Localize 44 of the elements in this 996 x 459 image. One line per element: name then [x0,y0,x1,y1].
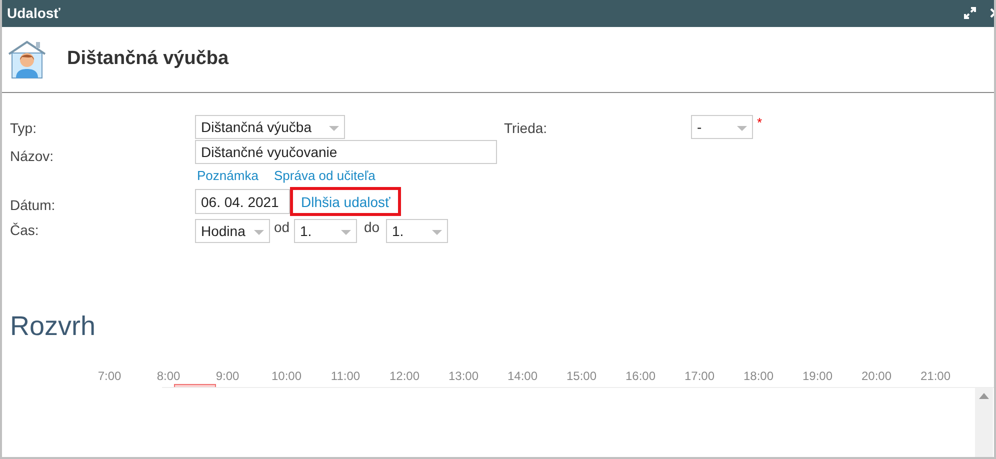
hour-label: 12:00 [389,368,420,384]
field-label: do [364,218,380,237]
dropdown[interactable]: 1. [294,219,357,243]
hour-label: 13:00 [448,368,479,384]
link[interactable]: Správa od učiteľa [274,166,376,186]
link[interactable]: Poznámka [197,166,258,186]
date-field[interactable]: 06. 04. 2021 [195,189,290,214]
hour-label: 9:00 [216,368,240,384]
field-label: od [274,218,290,237]
maximize-icon[interactable] [964,7,976,19]
dropdown[interactable]: - [691,115,753,139]
input-field[interactable]: Dištančné vyučovanie [195,140,497,164]
caret-icon [254,230,264,235]
hour-label: 7:00 [98,368,122,384]
hour-label: 19:00 [802,368,833,384]
caret-icon [737,126,747,131]
caret-icon [432,230,442,235]
hour-label: 11:00 [330,368,360,384]
required-mark: * [757,114,762,132]
hour-label: 15:00 [566,368,597,384]
link[interactable]: Dlhšia udalosť [290,187,402,216]
dropdown[interactable]: Hodina [195,219,270,243]
hour-label: 20:00 [861,368,892,384]
caret-icon [341,230,351,235]
dropdown[interactable]: 1. [386,219,448,243]
window-title: Udalosť [7,4,60,23]
field-label: Trieda: [504,119,548,138]
hour-label: 16:00 [625,368,656,384]
hour-label: 8:00 [156,368,180,384]
caret-icon [329,126,339,131]
hour-label: 17:00 [684,368,715,384]
hour-label: 10:00 [271,368,302,384]
house-person-icon [7,40,47,80]
field-label: Názov: [10,147,54,166]
page-title: Dištančná výučba [67,47,229,72]
hour-label: 21:00 [920,368,951,384]
scrollbar[interactable] [975,388,993,457]
hour-label: 18:00 [743,368,774,384]
field-label: Dátum: [10,196,56,215]
field-label: Čas: [10,221,39,240]
field-label: Typ: [10,119,36,138]
section-title: Rozvrh [10,310,97,343]
dropdown[interactable]: Dištančná výučba [195,115,345,139]
hour-label: 14:00 [507,368,538,384]
